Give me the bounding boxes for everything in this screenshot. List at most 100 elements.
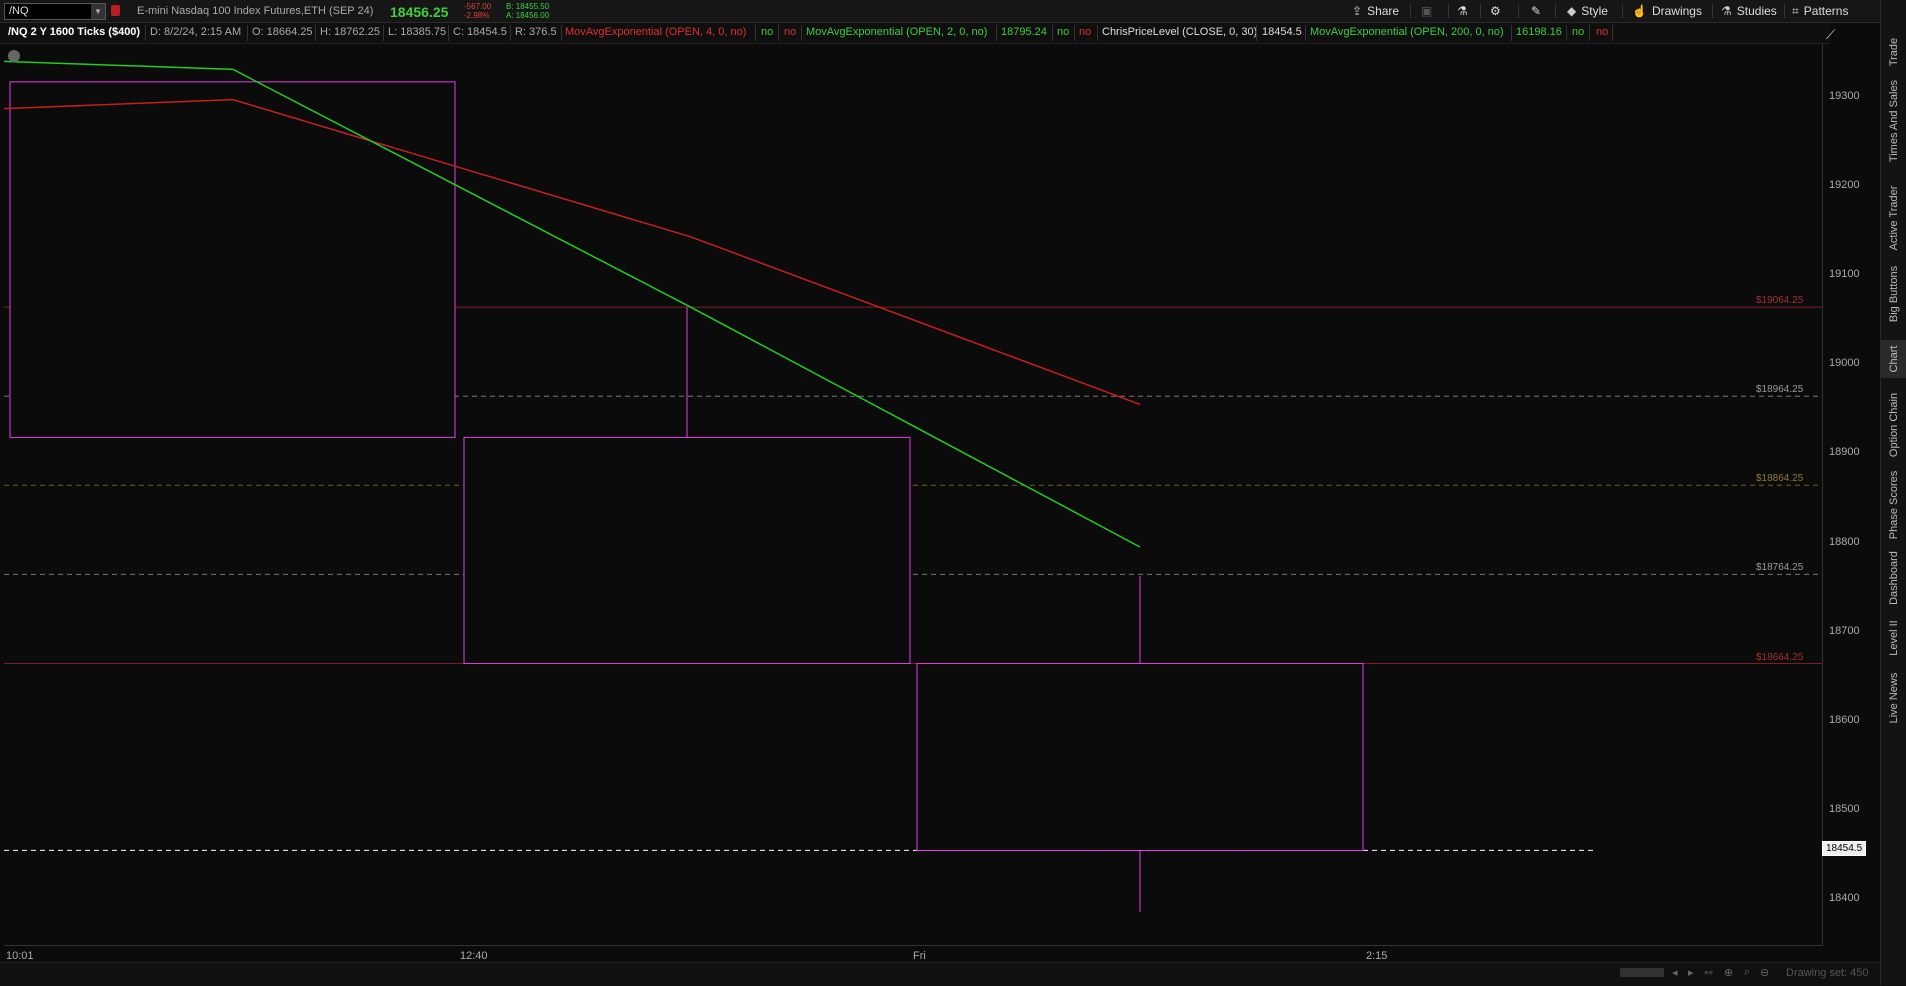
pencil-icon[interactable]: ✎ bbox=[1531, 3, 1541, 19]
sidebar-tab-label: Active Trader bbox=[1888, 185, 1900, 250]
price-level-label: $18664.25 bbox=[1756, 651, 1804, 663]
price-tick-label: 18700 bbox=[1829, 624, 1860, 637]
style-label: Style bbox=[1581, 4, 1608, 18]
divider bbox=[1784, 4, 1785, 18]
divider bbox=[801, 25, 802, 41]
studies-label: Studies bbox=[1736, 4, 1777, 18]
study3-value: 18454.5 bbox=[1262, 26, 1302, 38]
candle-body bbox=[463, 436, 911, 665]
sidebar-tab-label: Trade bbox=[1888, 37, 1900, 67]
last-price: 18456.25 bbox=[390, 4, 449, 20]
price-level-label: $18864.25 bbox=[1756, 473, 1804, 485]
study1-flag1: no bbox=[761, 26, 774, 38]
price-level-label: $19064.25 bbox=[1756, 295, 1804, 307]
time-tick-label: Fri bbox=[913, 950, 926, 962]
time-tick-label: 12:40 bbox=[460, 950, 488, 962]
bottom-bar: ◂ ▸ ⇿ ⊕ ⌕ ⊖ Drawing set: 450 bbox=[0, 962, 1880, 986]
sidebar-tab-label: Big Buttons bbox=[1888, 265, 1900, 323]
alert-dot-icon[interactable] bbox=[8, 50, 20, 62]
divider bbox=[1712, 4, 1713, 18]
divider bbox=[996, 25, 997, 41]
study2-label[interactable]: MovAvgExponential (OPEN, 2, 0, no) bbox=[806, 26, 987, 38]
price-tick-label: 19000 bbox=[1829, 357, 1860, 370]
top-toolbar: /NQ ▼ E-mini Nasdaq 100 Index Futures,ET… bbox=[0, 0, 1906, 23]
flask-icon[interactable]: ⚗ bbox=[1457, 3, 1468, 19]
zoom-out-icon[interactable]: ⊖ bbox=[1760, 966, 1769, 979]
studies-button[interactable]: ⚗ Studies bbox=[1721, 3, 1777, 19]
crosshair-icon[interactable]: ⊕ bbox=[1724, 966, 1733, 979]
sidebar-tab-level-ii[interactable]: Level II bbox=[1881, 615, 1906, 660]
time-tick-label: 10:01 bbox=[6, 950, 34, 962]
study1-label[interactable]: MovAvgExponential (OPEN, 4, 0, no) bbox=[565, 26, 746, 38]
zoom-icon[interactable]: ⌕ bbox=[1744, 966, 1750, 979]
divider bbox=[383, 25, 384, 41]
study4-value: 16198.16 bbox=[1516, 26, 1562, 38]
sidebar-tab-times-and-sales[interactable]: Times And Sales bbox=[1881, 75, 1906, 167]
candle-body bbox=[916, 663, 1364, 851]
patterns-button[interactable]: ⌗ Patterns bbox=[1792, 3, 1848, 19]
snapshot-icon[interactable]: ▣ bbox=[1421, 3, 1432, 19]
divider bbox=[510, 25, 511, 41]
divider bbox=[1052, 25, 1053, 41]
symbol-input[interactable]: /NQ ▼ bbox=[4, 3, 106, 20]
sidebar-tab-label: Chart bbox=[1888, 345, 1900, 373]
gear-icon[interactable]: ⚙ bbox=[1490, 3, 1501, 19]
chart-settings-icon[interactable]: ⟋ bbox=[1826, 27, 1842, 42]
divider bbox=[145, 25, 146, 41]
scroll-right-icon[interactable]: ▸ bbox=[1688, 966, 1694, 979]
study4-flag1: no bbox=[1572, 26, 1585, 38]
study4-flag2: no bbox=[1596, 26, 1609, 38]
drawing-set-label[interactable]: Drawing set: 450 bbox=[1786, 967, 1869, 979]
bid-price: B: 18455.50 bbox=[506, 2, 550, 11]
divider bbox=[561, 25, 562, 41]
chart-title[interactable]: /NQ 2 Y 1600 Ticks ($400) bbox=[8, 26, 140, 38]
sidebar-tab-active-trader[interactable]: Active Trader bbox=[1881, 180, 1906, 255]
sidebar-tab-big-buttons[interactable]: Big Buttons bbox=[1881, 260, 1906, 328]
sidebar-tab-trade[interactable]: Trade bbox=[1881, 28, 1906, 76]
divider bbox=[1622, 4, 1623, 18]
last-price-tag: 18454.5 bbox=[1822, 841, 1867, 856]
sidebar-tab-label: Dashboard bbox=[1888, 550, 1900, 605]
divider bbox=[1589, 25, 1590, 41]
share-icon: ⇪ bbox=[1352, 4, 1363, 18]
share-button[interactable]: ⇪ Share bbox=[1352, 3, 1399, 19]
price-level-label: $18964.25 bbox=[1756, 384, 1804, 396]
low-value: L: 18385.75 bbox=[388, 26, 447, 38]
expand-icon[interactable]: ⇿ bbox=[1704, 966, 1713, 979]
study-info-bar: /NQ 2 Y 1600 Ticks ($400) D: 8/2/24, 2:1… bbox=[0, 23, 1830, 44]
symbol-value[interactable]: /NQ bbox=[9, 5, 29, 17]
price-tick-label: 18400 bbox=[1829, 892, 1860, 904]
style-button[interactable]: ◆ Style bbox=[1567, 3, 1608, 19]
sidebar-tab-option-chain[interactable]: Option Chain bbox=[1881, 385, 1906, 465]
date-value: D: 8/2/24, 2:15 AM bbox=[150, 26, 242, 38]
sidebar-tab-chart[interactable]: Chart bbox=[1881, 340, 1906, 378]
price-chart[interactable] bbox=[4, 44, 1823, 946]
divider bbox=[1448, 4, 1449, 18]
price-level-label: $18764.25 bbox=[1756, 562, 1804, 574]
horizontal-scrollbar[interactable] bbox=[1620, 968, 1664, 977]
link-lock-icon[interactable] bbox=[111, 5, 120, 16]
price-tick-label: 18500 bbox=[1829, 802, 1860, 815]
time-tick-label: 2:15 bbox=[1366, 950, 1388, 962]
study2-flag2: no bbox=[1079, 26, 1092, 38]
candle-body bbox=[9, 81, 456, 438]
divider bbox=[1555, 4, 1556, 18]
sidebar-tab-live-news[interactable]: Live News bbox=[1881, 668, 1906, 728]
symbol-dropdown-icon[interactable]: ▼ bbox=[91, 4, 105, 19]
sidebar-tab-dashboard[interactable]: Dashboard bbox=[1881, 545, 1906, 610]
study4-label[interactable]: MovAvgExponential (OPEN, 200, 0, no) bbox=[1310, 26, 1504, 38]
sidebar-tab-phase-scores[interactable]: Phase Scores bbox=[1881, 470, 1906, 540]
study1-flag2: no bbox=[784, 26, 797, 38]
net-change: -567.00 bbox=[464, 2, 492, 11]
divider bbox=[1410, 4, 1411, 18]
studies-icon: ⚗ bbox=[1721, 4, 1732, 18]
study3-label[interactable]: ChrisPriceLevel (CLOSE, 0, 30) bbox=[1102, 26, 1257, 38]
percent-change: -2.98% bbox=[464, 11, 490, 20]
divider bbox=[1305, 25, 1306, 41]
study2-value: 18795.24 bbox=[1001, 26, 1047, 38]
style-icon: ◆ bbox=[1567, 4, 1577, 18]
scroll-left-icon[interactable]: ◂ bbox=[1672, 966, 1678, 979]
drawings-button[interactable]: ☝ Drawings bbox=[1632, 3, 1702, 19]
drawings-icon: ☝ bbox=[1632, 4, 1647, 18]
divider bbox=[247, 25, 248, 41]
